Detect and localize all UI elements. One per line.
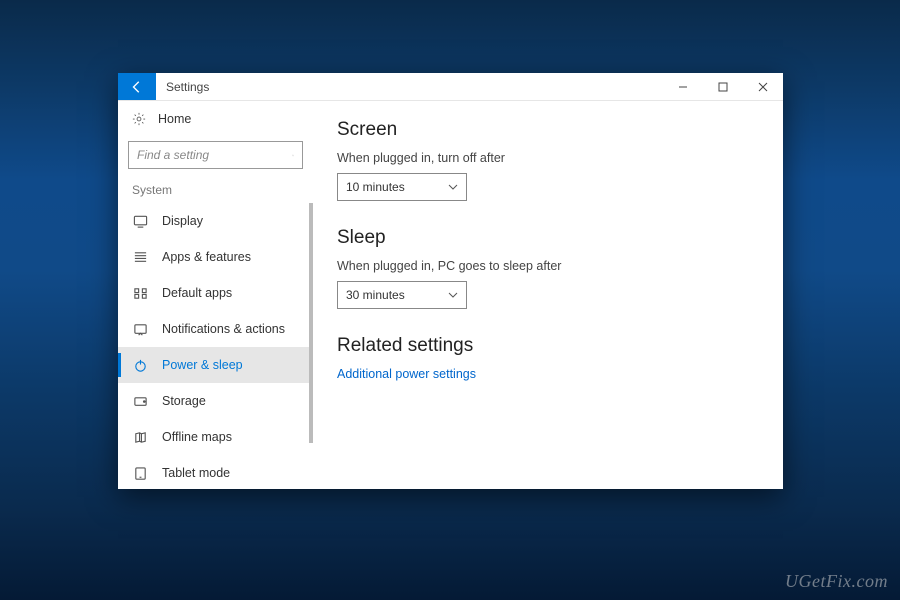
maximize-icon	[718, 82, 728, 92]
close-icon	[758, 82, 768, 92]
nav-default-apps[interactable]: Default apps	[118, 275, 313, 311]
nav-label: Display	[162, 214, 203, 228]
nav-tablet-mode[interactable]: Tablet mode	[118, 455, 313, 489]
nav-apps-features[interactable]: Apps & features	[118, 239, 313, 275]
window-title: Settings	[156, 73, 663, 100]
apps-icon	[132, 250, 148, 265]
back-button[interactable]	[118, 73, 156, 100]
nav-notifications[interactable]: Notifications & actions	[118, 311, 313, 347]
nav-label: Apps & features	[162, 250, 251, 264]
section-label: System	[118, 179, 313, 203]
nav-label: Default apps	[162, 286, 232, 300]
nav-label: Notifications & actions	[162, 322, 285, 336]
gear-icon	[132, 112, 146, 126]
chevron-down-icon	[448, 182, 458, 192]
screen-desc: When plugged in, turn off after	[337, 151, 759, 165]
watermark: UGetFix.com	[785, 571, 888, 592]
sleep-timeout-dropdown[interactable]: 30 minutes	[337, 281, 467, 309]
maximize-button[interactable]	[703, 73, 743, 100]
additional-power-settings-link[interactable]: Additional power settings	[337, 367, 759, 381]
nav-storage[interactable]: Storage	[118, 383, 313, 419]
screen-timeout-dropdown[interactable]: 10 minutes	[337, 173, 467, 201]
notifications-icon	[132, 322, 148, 337]
nav-list[interactable]: Display Apps & features Default apps Not…	[118, 203, 313, 489]
minimize-button[interactable]	[663, 73, 703, 100]
nav-offline-maps[interactable]: Offline maps	[118, 419, 313, 455]
maps-icon	[132, 430, 148, 445]
nav-label: Tablet mode	[162, 466, 230, 480]
nav-label: Storage	[162, 394, 206, 408]
screen-heading: Screen	[337, 119, 759, 141]
settings-window: Settings Home	[118, 73, 783, 489]
nav-label: Power & sleep	[162, 358, 243, 372]
titlebar: Settings	[118, 73, 783, 101]
search-wrap	[118, 137, 313, 179]
nav-label: Offline maps	[162, 430, 232, 444]
search-icon	[292, 149, 294, 162]
chevron-down-icon	[448, 290, 458, 300]
nav-power-sleep[interactable]: Power & sleep	[118, 347, 313, 383]
search-input[interactable]	[137, 148, 292, 162]
sleep-heading: Sleep	[337, 227, 759, 249]
tablet-icon	[132, 466, 148, 481]
home-label: Home	[158, 112, 191, 126]
power-icon	[132, 358, 148, 373]
nav-display[interactable]: Display	[118, 203, 313, 239]
sleep-timeout-value: 30 minutes	[346, 288, 405, 302]
sleep-desc: When plugged in, PC goes to sleep after	[337, 259, 759, 273]
close-button[interactable]	[743, 73, 783, 100]
arrow-left-icon	[130, 80, 144, 94]
scrollbar-thumb[interactable]	[309, 203, 313, 443]
search-box[interactable]	[128, 141, 303, 169]
related-heading: Related settings	[337, 335, 759, 357]
sidebar: Home System Display Apps & features	[118, 101, 313, 489]
sidebar-scrollbar[interactable]	[309, 203, 313, 489]
storage-icon	[132, 394, 148, 409]
window-controls	[663, 73, 783, 100]
default-apps-icon	[132, 286, 148, 301]
display-icon	[132, 214, 148, 229]
home-button[interactable]: Home	[118, 101, 313, 137]
screen-timeout-value: 10 minutes	[346, 180, 405, 194]
minimize-icon	[678, 82, 688, 92]
window-body: Home System Display Apps & features	[118, 101, 783, 489]
content-area[interactable]: Screen When plugged in, turn off after 1…	[313, 101, 783, 489]
